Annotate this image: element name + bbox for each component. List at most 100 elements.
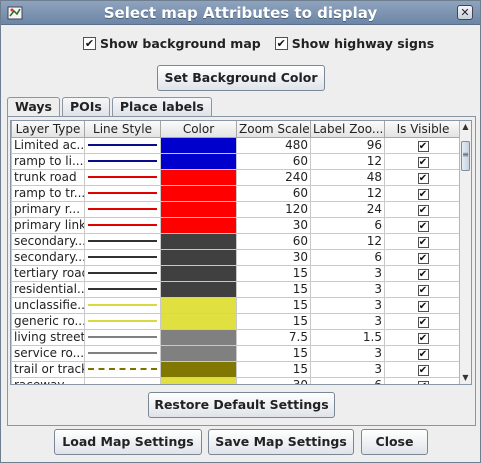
scroll-down-icon[interactable]: ▼ <box>460 372 471 384</box>
zoom-scale-cell[interactable]: 15 <box>236 344 311 362</box>
zoom-scale-cell[interactable]: 15 <box>236 312 311 330</box>
column-header-color[interactable]: Color <box>160 121 237 138</box>
visible-checkbox-icon[interactable]: ✔ <box>417 157 429 168</box>
close-window-icon[interactable]: ✕ <box>457 5 473 20</box>
color-cell[interactable] <box>160 184 237 202</box>
layer-type-cell[interactable]: secondary... <box>11 248 85 266</box>
label-zoom-cell[interactable]: 3 <box>310 296 385 314</box>
column-header-zoom-scale[interactable]: Zoom Scale <box>236 121 311 138</box>
line-style-cell[interactable] <box>84 248 161 266</box>
line-style-cell[interactable] <box>84 344 161 362</box>
color-cell[interactable] <box>160 328 237 346</box>
table-row[interactable]: raceway 306 ✔ <box>11 376 462 384</box>
label-zoom-cell[interactable]: 96 <box>310 136 385 154</box>
table-row[interactable]: trail or track 15 3 ✔ <box>11 360 462 378</box>
is-visible-cell[interactable]: ✔ <box>384 200 462 218</box>
is-visible-cell[interactable]: ✔ <box>384 280 462 298</box>
set-background-color-button[interactable]: Set Background Color <box>157 65 325 91</box>
line-style-cell[interactable] <box>84 376 161 384</box>
table-row[interactable]: unclassifie... 15 3 ✔ <box>11 296 462 314</box>
table-row[interactable]: trunk road 240 48 ✔ <box>11 168 462 186</box>
line-style-cell[interactable] <box>84 136 161 154</box>
table-row[interactable]: secondary... 60 12 ✔ <box>11 232 462 250</box>
color-cell[interactable] <box>160 168 237 186</box>
table-row[interactable]: primary link 30 6 ✔ <box>11 216 462 234</box>
is-visible-cell[interactable]: ✔ <box>384 360 462 378</box>
table-scrollbar[interactable]: ▲ ≡ ▼ <box>459 121 471 384</box>
zoom-scale-cell[interactable]: 120 <box>236 200 311 218</box>
is-visible-cell[interactable]: ✔ <box>384 184 462 202</box>
zoom-scale-cell[interactable]: 60 <box>236 232 311 250</box>
visible-checkbox-icon[interactable]: ✔ <box>417 141 429 152</box>
label-zoom-cell[interactable]: 3 <box>310 312 385 330</box>
color-cell[interactable] <box>160 296 237 314</box>
layer-type-cell[interactable]: trail or track <box>11 360 85 378</box>
zoom-scale-cell[interactable]: 240 <box>236 168 311 186</box>
tab-ways[interactable]: Ways <box>7 97 60 118</box>
zoom-scale-cell[interactable]: 15 <box>236 280 311 298</box>
label-zoom-cell[interactable]: 12 <box>310 152 385 170</box>
is-visible-cell[interactable]: ✔ <box>384 136 462 154</box>
zoom-scale-cell[interactable]: 7.5 <box>236 328 311 346</box>
layer-type-cell[interactable]: ramp to tr... <box>11 184 85 202</box>
color-cell[interactable] <box>160 360 237 378</box>
color-cell[interactable] <box>160 200 237 218</box>
restore-defaults-button[interactable]: Restore Default Settings <box>148 392 335 418</box>
layer-type-cell[interactable]: generic ro... <box>11 312 85 330</box>
layer-type-cell[interactable]: secondary... <box>11 232 85 250</box>
is-visible-cell[interactable]: ✔ <box>384 264 462 282</box>
layer-type-cell[interactable]: raceway <box>11 376 85 384</box>
layer-type-cell[interactable]: primary link <box>11 216 85 234</box>
zoom-scale-cell[interactable]: 15 <box>236 296 311 314</box>
visible-checkbox-icon[interactable]: ✔ <box>417 333 429 344</box>
layer-type-cell[interactable]: unclassifie... <box>11 296 85 314</box>
table-row[interactable]: ramp to li... 60 12 ✔ <box>11 152 462 170</box>
color-cell[interactable] <box>160 136 237 154</box>
zoom-scale-cell[interactable]: 15 <box>236 264 311 282</box>
show-highway-signs-checkbox[interactable]: ✔ Show highway signs <box>274 34 434 52</box>
color-cell[interactable] <box>160 344 237 362</box>
line-style-cell[interactable] <box>84 216 161 234</box>
visible-checkbox-icon[interactable]: ✔ <box>417 205 429 216</box>
column-header-line-style[interactable]: Line Style <box>84 121 161 138</box>
color-cell[interactable] <box>160 312 237 330</box>
zoom-scale-cell[interactable]: 15 <box>236 360 311 378</box>
label-zoom-cell[interactable]: 3 <box>310 360 385 378</box>
visible-checkbox-icon[interactable]: ✔ <box>417 173 429 184</box>
label-zoom-cell[interactable]: 6 <box>310 376 385 384</box>
is-visible-cell[interactable]: ✔ <box>384 152 462 170</box>
line-style-cell[interactable] <box>84 184 161 202</box>
is-visible-cell[interactable]: ✔ <box>384 376 462 384</box>
table-row[interactable]: secondary... 30 6 ✔ <box>11 248 462 266</box>
layer-type-cell[interactable]: primary r... <box>11 200 85 218</box>
layer-type-cell[interactable]: tertiary road <box>11 264 85 282</box>
is-visible-cell[interactable]: ✔ <box>384 216 462 234</box>
line-style-cell[interactable] <box>84 280 161 298</box>
line-style-cell[interactable] <box>84 168 161 186</box>
visible-checkbox-icon[interactable]: ✔ <box>417 221 429 232</box>
title-bar[interactable]: Select map Attributes to display ✕ <box>1 1 480 25</box>
checkbox-check-icon[interactable]: ✔ <box>274 36 288 50</box>
color-cell[interactable] <box>160 248 237 266</box>
is-visible-cell[interactable]: ✔ <box>384 344 462 362</box>
line-style-cell[interactable] <box>84 360 161 378</box>
visible-checkbox-icon[interactable]: ✔ <box>417 189 429 200</box>
zoom-scale-cell[interactable]: 60 <box>236 152 311 170</box>
color-cell[interactable] <box>160 376 237 384</box>
color-cell[interactable] <box>160 280 237 298</box>
line-style-cell[interactable] <box>84 328 161 346</box>
table-row[interactable]: service ro... 15 3 ✔ <box>11 344 462 362</box>
visible-checkbox-icon[interactable]: ✔ <box>417 269 429 280</box>
line-style-cell[interactable] <box>84 152 161 170</box>
zoom-scale-cell[interactable]: 480 <box>236 136 311 154</box>
label-zoom-cell[interactable]: 12 <box>310 184 385 202</box>
table-row[interactable]: living street 7.5 1.5 ✔ <box>11 328 462 346</box>
line-style-cell[interactable] <box>84 200 161 218</box>
label-zoom-cell[interactable]: 6 <box>310 216 385 234</box>
label-zoom-cell[interactable]: 3 <box>310 280 385 298</box>
color-cell[interactable] <box>160 152 237 170</box>
is-visible-cell[interactable]: ✔ <box>384 328 462 346</box>
tab-place-labels[interactable]: Place labels <box>111 97 212 117</box>
label-zoom-cell[interactable]: 48 <box>310 168 385 186</box>
zoom-scale-cell[interactable]: 30 <box>236 248 311 266</box>
